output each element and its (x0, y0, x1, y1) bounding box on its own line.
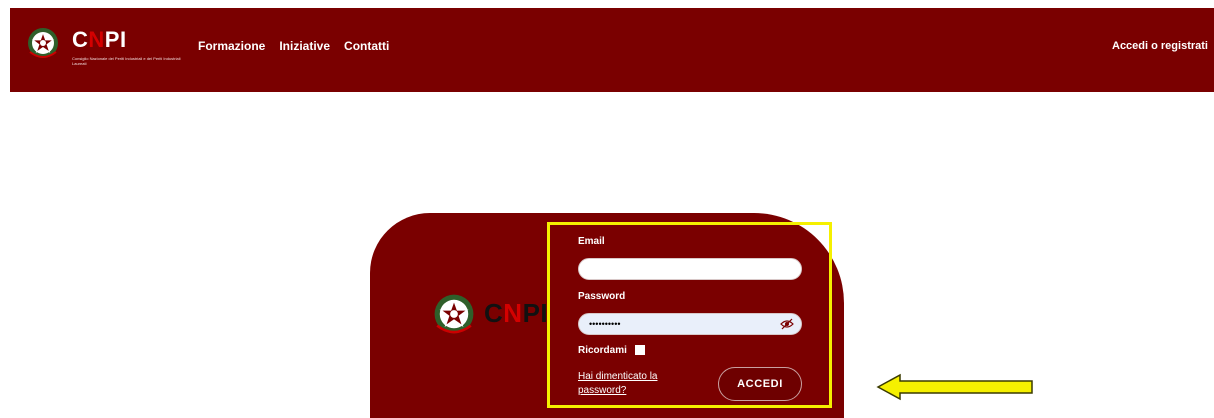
nav-formazione[interactable]: Formazione (198, 39, 265, 53)
nav-contatti[interactable]: Contatti (344, 39, 389, 53)
top-navbar: CNPI Consiglio Nazionale dei Periti Indu… (10, 8, 1214, 92)
login-register-link[interactable]: Accedi o registrati (1112, 40, 1208, 52)
main-nav: Formazione Iniziative Contatti (198, 39, 389, 53)
cnpi-logo[interactable]: CNPI Consiglio Nazionale dei Periti Indu… (26, 24, 186, 72)
brand-tagline: Consiglio Nazionale dei Periti Industria… (72, 56, 181, 66)
nav-iniziative[interactable]: Iniziative (279, 39, 330, 53)
brand-wordmark: CNPI (72, 27, 127, 52)
highlight-box (547, 222, 832, 408)
card-wordmark: CNPI (484, 298, 549, 328)
emblem-icon (28, 28, 58, 58)
card-logo: CNPI (432, 292, 562, 340)
arrow-left-icon (876, 373, 1033, 401)
emblem-icon (434, 294, 474, 334)
